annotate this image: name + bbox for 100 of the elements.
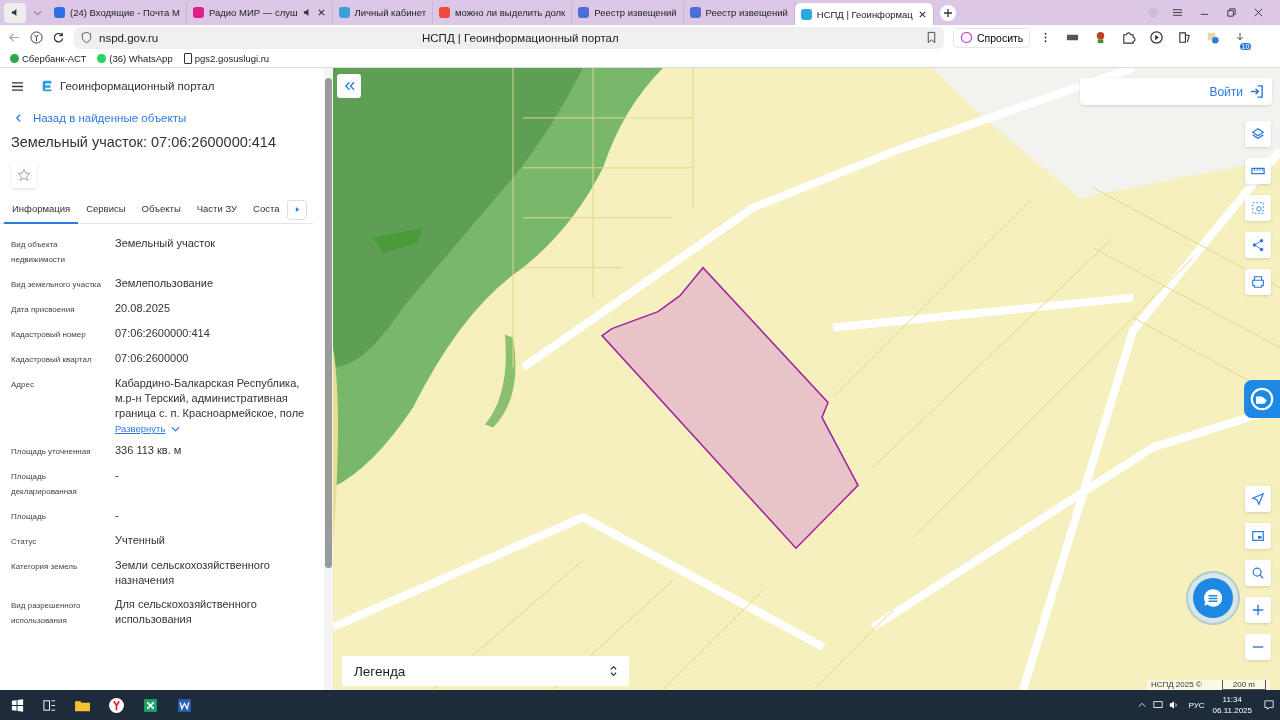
portal-logo-icon — [40, 79, 54, 93]
browser-tab[interactable]: Реестр извещений — [683, 1, 795, 24]
tab-title: Радио МИР — слуш — [208, 7, 298, 18]
notifications-icon[interactable] — [1264, 700, 1274, 710]
field-value: 07:06:2600000 — [115, 351, 190, 366]
app-title: Геоинформационный портал — [60, 80, 215, 92]
zoom-in-button[interactable] — [1245, 597, 1271, 623]
search-location-button[interactable] — [1245, 560, 1271, 586]
sort-arrows-icon — [610, 665, 617, 677]
search-icon — [1251, 566, 1265, 580]
share-icon — [1251, 238, 1265, 252]
back-link[interactable]: Назад в найденные объекты — [33, 112, 187, 124]
bookmark-link[interactable]: (36) WhatsApp — [109, 53, 173, 64]
browser-tab[interactable]: можно ли выделить долк — [433, 1, 573, 24]
info-tab[interactable]: Соста — [245, 195, 288, 224]
extension-icon[interactable] — [1205, 30, 1221, 45]
info-tab[interactable]: Сервисы — [78, 195, 134, 224]
ruler-button[interactable] — [1245, 158, 1271, 184]
caret-right-icon — [295, 206, 300, 213]
field-label: Вид объекта недвижимости — [11, 239, 66, 266]
menu-icon[interactable] — [1172, 7, 1183, 18]
start-icon[interactable] — [10, 697, 25, 713]
plus-icon — [1251, 603, 1265, 617]
document-icon[interactable] — [176, 696, 193, 714]
collections-icon[interactable] — [1177, 30, 1193, 45]
puzzle-icon[interactable] — [1121, 30, 1137, 45]
browser-logo-icon[interactable] — [30, 31, 43, 44]
network-icon[interactable] — [1152, 700, 1163, 710]
ask-button[interactable]: Спросить — [953, 27, 1031, 48]
chevron-up-icon[interactable] — [1136, 700, 1147, 710]
layers-button[interactable] — [1245, 121, 1271, 147]
task-view-icon[interactable] — [42, 697, 57, 713]
bookmark-favicon-icon — [97, 54, 107, 63]
double-chevron-left-icon — [343, 81, 355, 91]
minimap-icon — [1251, 529, 1265, 543]
volume-icon[interactable] — [1168, 700, 1179, 710]
new-tab-button[interactable] — [939, 4, 956, 21]
field-value: 336 113 кв. м — [115, 443, 183, 458]
zoom-out-button[interactable] — [1245, 634, 1271, 660]
browser-tab[interactable]: Личный кабинет — [332, 1, 434, 24]
field-value: - — [115, 468, 120, 483]
field-label: Адрес — [11, 379, 35, 391]
bookmark-icon[interactable] — [925, 31, 938, 44]
minimap-button[interactable] — [1245, 523, 1271, 549]
print-button[interactable] — [1245, 269, 1271, 295]
expand-link[interactable]: Развернуть — [115, 423, 166, 434]
field-label: Площадь — [11, 511, 47, 523]
info-tab[interactable]: Информация — [4, 195, 79, 224]
field-label: Статус — [11, 536, 38, 548]
scrollbar[interactable] — [324, 68, 333, 690]
info-tab[interactable]: Части ЗУ — [188, 195, 246, 224]
navigation-arrow-icon — [1251, 492, 1265, 506]
field-value: 20.08.2025 — [115, 301, 172, 316]
browser-tab[interactable]: Реестр извещений — [572, 1, 684, 24]
clock-time[interactable]: 11:34 — [1222, 694, 1242, 705]
language-indicator[interactable]: РУС — [1188, 700, 1205, 710]
menu-icon[interactable] — [11, 80, 24, 92]
tab-title: (24) Входящие - Почта М — [70, 7, 180, 18]
browser-tab[interactable]: (24) Входящие - Почта М — [48, 1, 187, 24]
spreadsheet-icon[interactable] — [142, 696, 159, 714]
field-value: Землепользование — [115, 276, 215, 291]
field-label: Категория земель — [11, 561, 79, 573]
star-icon — [17, 168, 31, 182]
close-icon[interactable] — [316, 8, 326, 17]
field-label: Кадастровый квартал — [11, 354, 93, 366]
chevron-left-icon[interactable] — [15, 113, 22, 123]
legend-dropdown[interactable]: Легенда — [342, 656, 629, 686]
bookmark-link[interactable]: Сбербанк-АСТ — [22, 53, 87, 64]
tab-audio-button[interactable] — [4, 2, 26, 23]
field-label: Площадь декларированная — [11, 471, 78, 498]
browser-tab[interactable]: НСПД | Геоинформац — [794, 3, 934, 25]
page-title: НСПД | Геоинформационный портал — [422, 31, 619, 44]
locate-button[interactable] — [1245, 486, 1271, 512]
field-value: - — [115, 508, 120, 523]
reload-icon[interactable] — [52, 31, 65, 44]
close-icon[interactable] — [1253, 7, 1264, 18]
login-icon — [1249, 84, 1264, 99]
bookmark-link[interactable]: pgs2.gosuslugi.ru — [194, 53, 270, 64]
browser-icon[interactable] — [108, 696, 125, 714]
parcel-heading: Земельный участок: 07:06:2600000:414 — [11, 134, 277, 150]
field-value: Земельный участок — [115, 236, 217, 251]
close-icon[interactable] — [917, 9, 927, 19]
login-button[interactable]: Войти — [1080, 78, 1272, 105]
field-value: 07:06:2600000:414 — [115, 326, 211, 341]
share-button[interactable] — [1245, 232, 1271, 258]
field-label: Площадь уточненная — [11, 446, 92, 458]
map-drawing[interactable] — [333, 68, 1280, 690]
assistant-tab-button[interactable] — [1244, 380, 1280, 418]
info-tab[interactable]: Объекты — [133, 195, 189, 224]
browser-tab[interactable]: Радио МИР — слуш — [186, 1, 333, 24]
play-icon[interactable] — [1149, 30, 1165, 45]
assistant-icon — [1250, 387, 1274, 411]
restore-icon[interactable] — [1226, 7, 1237, 18]
address-bar[interactable]: nspd.gov.ru НСПД | Геоинформационный портал — [74, 26, 944, 49]
clock-date[interactable]: 06.11.2025 — [1212, 705, 1252, 716]
collapse-panel-button[interactable] — [337, 74, 361, 98]
field-label: Кадастровый номер — [11, 329, 87, 341]
field-value: Учтенный — [115, 533, 166, 548]
chevron-down-icon[interactable] — [171, 425, 181, 432]
tab-title: Личный кабинет — [354, 7, 427, 18]
